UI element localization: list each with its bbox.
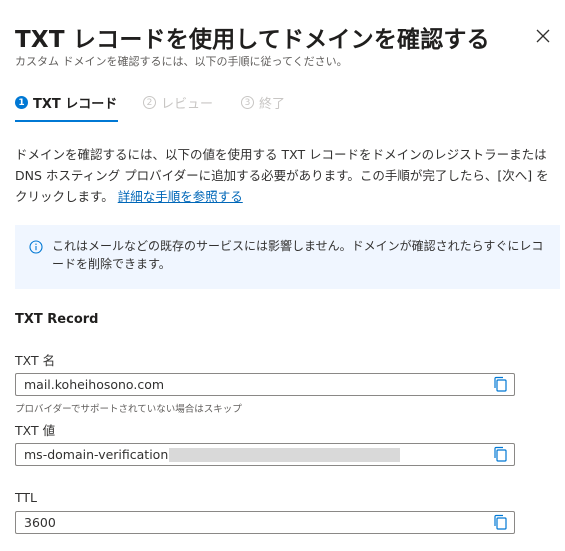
step-review: 2 レビュー <box>143 93 213 112</box>
step-label: レビュー <box>161 97 214 112</box>
step-number: 1 <box>15 96 28 109</box>
txt-name-value: mail.koheihosono.com <box>24 377 165 392</box>
redacted-value <box>169 448 400 462</box>
copy-icon[interactable] <box>492 514 508 531</box>
info-text: これはメールなどの既存のサービスには影響しません。ドメインが確認されたらすぐにレ… <box>52 239 544 271</box>
ttl-label: TTL <box>15 490 38 505</box>
txt-name-hint: プロバイダーでサポートされていない場合はスキップ <box>15 404 242 415</box>
txt-name-field[interactable]: mail.koheihosono.com <box>15 373 515 396</box>
ttl-value: 3600 <box>24 515 56 530</box>
description-text: ドメインを確認するには、以下の値を使用する TXT レコードをドメインのレジスト… <box>15 147 549 204</box>
info-banner: これはメールなどの既存のサービスには影響しません。ドメインが確認されたらすぐにレ… <box>15 225 560 289</box>
txt-value-field[interactable]: ms-domain-verification= <box>15 443 515 466</box>
txt-value-label: TXT 値 <box>15 423 56 438</box>
step-label: 終了 <box>259 97 286 112</box>
section-title: TXT Record <box>15 312 99 327</box>
dialog-subtitle: カスタム ドメインを確認するには、以下の手順に従ってください。 <box>15 55 348 68</box>
step-number: 2 <box>143 96 156 109</box>
dialog-title: TXT レコードを使用してドメインを確認する <box>15 27 490 53</box>
wizard-steps: 1 TXT レコード 2 レビュー 3 終了 <box>15 93 315 123</box>
detailed-steps-link[interactable]: 詳細な手順を参照する <box>118 189 243 204</box>
ttl-field[interactable]: 3600 <box>15 511 515 534</box>
copy-icon[interactable] <box>492 446 508 463</box>
step-number: 3 <box>241 96 254 109</box>
info-icon <box>29 240 43 254</box>
txt-name-label: TXT 名 <box>15 353 56 368</box>
step-finish: 3 終了 <box>241 93 285 112</box>
active-step-indicator <box>15 120 118 122</box>
description: ドメインを確認するには、以下の値を使用する TXT レコードをドメインのレジスト… <box>15 144 555 207</box>
txt-value-value: ms-domain-verification= <box>24 447 179 462</box>
copy-icon[interactable] <box>492 376 508 393</box>
step-label: TXT レコード <box>33 97 118 112</box>
step-txt-record[interactable]: 1 TXT レコード <box>15 93 117 112</box>
close-icon[interactable] <box>534 27 552 45</box>
